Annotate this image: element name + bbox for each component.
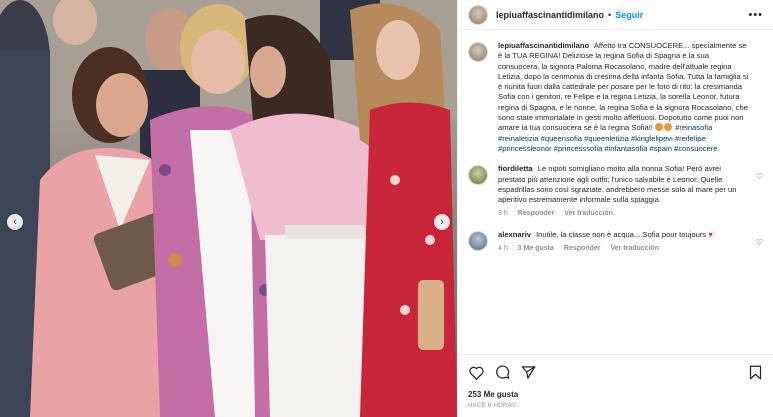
caption-username[interactable]: lepiuaffascinantidimilano	[498, 41, 589, 50]
commenter-avatar[interactable]	[468, 165, 488, 186]
comment-text: Inutile, la classe non è acqua....Sofia …	[536, 229, 707, 239]
bookmark-icon[interactable]	[747, 365, 763, 381]
comment-time: 3 h	[498, 210, 508, 218]
reply-button[interactable]: Responder	[518, 209, 555, 219]
post-photo[interactable]: ‹ ›	[0, 0, 457, 417]
translate-button[interactable]: Ver traducción	[610, 244, 659, 254]
separator-dot: •	[608, 9, 612, 20]
comment-likes[interactable]: 3 Me gusta	[518, 244, 554, 254]
comments-list[interactable]: lepiuaffascinantidimilano Affetto tra CO…	[458, 31, 773, 353]
post-time: HACE 6 HORAS	[468, 403, 517, 409]
caption-text: Affetto tra CONSUOCERE... specialmente s…	[498, 41, 749, 133]
like-comment-heart-icon[interactable]: ♡	[756, 238, 763, 247]
commenter-username[interactable]: fiordiletta	[498, 164, 533, 173]
follow-button[interactable]: Seguir	[615, 10, 643, 20]
comment-item: alexnariv Inutile, la classe non è acqua…	[468, 230, 763, 255]
reply-button[interactable]: Responder	[564, 244, 601, 254]
comments-panel: lepiuaffascinantidimilano • Seguir ••• l…	[457, 0, 773, 417]
comment-time: 4 h	[498, 245, 508, 253]
red-heart-emoji-icon: ♥	[708, 229, 713, 239]
comment-item: fiordiletta Le nipoti somigliano molto a…	[468, 164, 763, 219]
share-icon[interactable]	[520, 365, 536, 381]
likes-count[interactable]: 253 Me gusta	[468, 390, 518, 399]
smile-emoji-icon	[664, 123, 673, 132]
comment-text: Le nipoti somigliano molto alla nonna So…	[498, 164, 737, 205]
caption-avatar[interactable]	[468, 42, 488, 62]
caption: lepiuaffascinantidimilano Affetto tra CO…	[468, 41, 763, 154]
heart-icon[interactable]	[468, 365, 484, 381]
author-avatar[interactable]	[468, 4, 488, 25]
author-username[interactable]: lepiuaffascinantidimilano	[496, 10, 604, 20]
carousel-next-button[interactable]: ›	[434, 214, 450, 230]
photo-illustration	[0, 0, 457, 417]
comment-icon[interactable]	[494, 365, 510, 381]
commenter-avatar[interactable]	[468, 230, 488, 251]
smile-emoji-icon	[655, 123, 664, 132]
carousel-prev-button[interactable]: ‹	[7, 214, 23, 230]
more-horizontal-icon[interactable]: •••	[748, 9, 763, 21]
action-bar	[458, 354, 773, 390]
translate-button[interactable]: Ver traducción	[564, 209, 613, 219]
commenter-username[interactable]: alexnariv	[498, 230, 531, 239]
post-header: lepiuaffascinantidimilano • Seguir •••	[458, 0, 773, 30]
like-comment-heart-icon[interactable]: ♡	[756, 172, 763, 181]
